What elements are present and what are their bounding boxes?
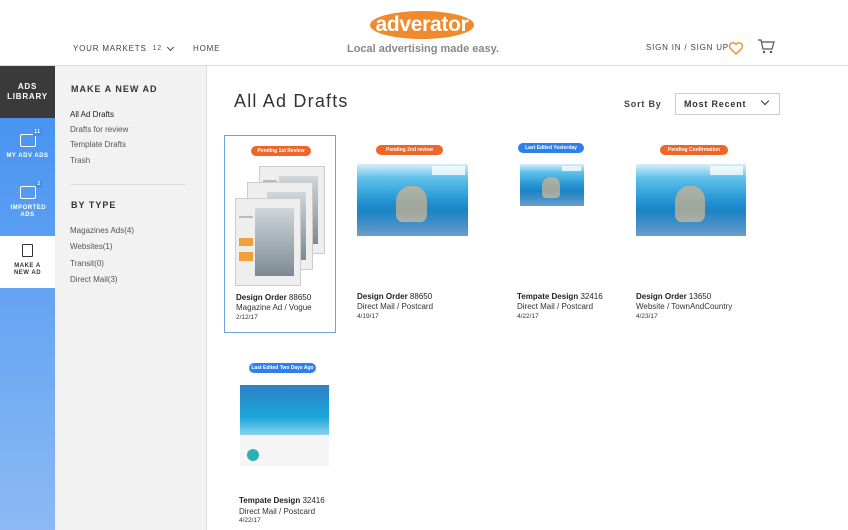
status-badge: Pending 1st Review (251, 146, 311, 156)
sidebar-link-drafts-review[interactable]: Drafts for review (70, 125, 128, 134)
ad-thumbnail (240, 385, 329, 466)
sort-select[interactable]: Most Recent (675, 93, 780, 115)
card-title: Design Order 88650 (236, 293, 311, 302)
card-subtitle: Direct Mail / Postcard (239, 507, 316, 516)
type-link-magazines[interactable]: Magazines Ads(4) (70, 226, 134, 235)
type-link-websites[interactable]: Websites(1) (70, 242, 113, 251)
sidebar-link-template-drafts[interactable]: Template Drafts (70, 140, 126, 149)
card-title: Design Order 13650 (636, 292, 711, 301)
type-link-transit[interactable]: Transit(0) (70, 259, 104, 268)
sort-label: Sort By (624, 99, 662, 109)
chevron-down-icon (166, 43, 175, 51)
rail-item-make-new-ad[interactable]: MAKE A NEW AD (0, 236, 55, 288)
type-link-direct-mail[interactable]: Direct Mail(3) (70, 275, 118, 284)
secondary-sidebar: MAKE A NEW AD All Ad Drafts Drafts for r… (55, 66, 207, 530)
ad-thumbnail (357, 164, 468, 236)
card-title: Design Order 88650 (357, 292, 432, 301)
card-number: 88650 (288, 293, 312, 302)
sidebar-link-all-drafts[interactable]: All Ad Drafts (70, 110, 114, 119)
card-date: 4/22/17 (517, 313, 539, 320)
magazine-page (235, 198, 301, 286)
rail-item-imported-ads[interactable]: 2 IMPORTED ADS (0, 181, 55, 219)
sidebar-link-trash[interactable]: Trash (70, 156, 90, 165)
rail-item-label: MY ADV ADS (6, 153, 49, 159)
ad-thumbnail (235, 166, 325, 288)
logo[interactable]: adverator (370, 11, 474, 39)
card-date: 4/22/17 (239, 517, 261, 524)
card-number: 32416 (302, 496, 325, 505)
top-header: YOUR MARKETS 12 HOME adverator ® Local a… (0, 0, 848, 66)
rail-item-my-adv-ads[interactable]: 11 MY ADV ADS (0, 129, 55, 160)
card-subtitle: Direct Mail / Postcard (357, 302, 434, 311)
card-title-text: Design Order (636, 292, 687, 301)
markets-count: 12 (152, 45, 162, 52)
status-badge: Last Edited Two Days Ago (249, 363, 316, 373)
card-subtitle: Magazine Ad / Vogue (236, 303, 312, 312)
card-title: Tempate Design 32416 (517, 292, 603, 301)
card-subtitle: Direct Mail / Postcard (517, 302, 594, 311)
badge-count: 2 (36, 181, 42, 188)
card-title: Tempate Design 32416 (239, 496, 325, 505)
signin-link[interactable]: SIGN IN / SIGN UP (646, 43, 729, 52)
heart-icon[interactable] (728, 40, 744, 56)
card-title-text: Tempate Design (239, 496, 301, 505)
markets-label: YOUR MARKETS (73, 44, 147, 53)
card-number: 32416 (580, 292, 603, 301)
home-link[interactable]: HOME (193, 44, 220, 53)
draft-card[interactable]: Pending 2nd review Design Order 88650 Di… (350, 135, 475, 333)
status-badge: Pending Confirmation (660, 145, 728, 155)
rail-item-label: MAKE A NEW AD (13, 263, 42, 276)
icon-rail: ADS LIBRARY 11 MY ADV ADS 2 IMPORTED ADS… (0, 66, 55, 530)
draft-card[interactable]: Pending Confirmation Design Order 13650 … (630, 135, 755, 333)
card-subtitle: Website / TownAndCountry (636, 302, 733, 311)
card-date: 4/19/17 (357, 313, 379, 320)
page-title: All Ad Drafts (234, 91, 349, 111)
markets-dropdown[interactable]: YOUR MARKETS 12 (73, 43, 175, 53)
folder-icon: 11 (19, 129, 42, 147)
ad-thumbnail (636, 164, 746, 236)
rail-item-label: IMPORTED ADS (10, 205, 47, 218)
divider (70, 184, 185, 185)
ad-thumbnail (520, 164, 584, 206)
document-icon (22, 244, 33, 257)
badge-count: 11 (33, 129, 42, 136)
section-heading: MAKE A NEW AD (71, 84, 158, 94)
sort-value: Most Recent (684, 99, 747, 109)
card-title-text: Design Order (357, 292, 408, 301)
draft-card[interactable]: Pending 1st Review Design Order 88650 Ma… (224, 135, 336, 333)
status-badge: Pending 2nd review (376, 145, 443, 155)
folder-icon: 2 (19, 181, 42, 199)
card-date: 2/12/17 (236, 314, 258, 321)
tagline: Local advertising made easy. (346, 43, 500, 55)
status-badge: Last Edited Yesterday (518, 143, 584, 153)
card-date: 4/23/17 (636, 313, 658, 320)
card-number: 13650 (688, 292, 712, 301)
draft-card[interactable]: Last Edited Yesterday Tempate Design 324… (510, 135, 620, 333)
registered-mark: ® (466, 12, 471, 18)
card-title-text: Tempate Design (517, 292, 579, 301)
cart-icon[interactable] (757, 38, 775, 54)
card-title-text: Design Order (236, 293, 287, 302)
card-number: 88650 (409, 292, 433, 301)
draft-card[interactable]: Last Edited Two Days Ago Tempate Design … (230, 358, 340, 528)
ads-library-tab[interactable]: ADS LIBRARY (0, 66, 55, 118)
section-heading: BY TYPE (71, 200, 117, 210)
chevron-down-icon (760, 96, 770, 106)
